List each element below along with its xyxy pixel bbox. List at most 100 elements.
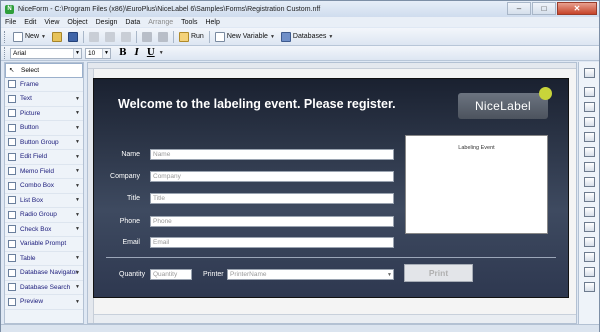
tool-preview[interactable]: Preview ▼ — [5, 295, 83, 310]
chevron-down-icon[interactable]: ▼ — [75, 212, 80, 218]
close-button[interactable]: ✕ — [557, 2, 597, 15]
align-bottom-icon[interactable] — [584, 147, 595, 157]
chevron-down-icon[interactable]: ▼ — [75, 226, 80, 232]
bring-to-front-icon[interactable] — [584, 222, 595, 232]
name-input[interactable]: Name — [150, 149, 394, 160]
chevron-down-icon[interactable]: ▼ — [159, 50, 164, 56]
chevron-down-icon[interactable]: ▼ — [75, 139, 80, 145]
chevron-down-icon[interactable]: ▼ — [41, 34, 46, 40]
tool-frame[interactable]: Frame — [5, 78, 83, 92]
redo-button[interactable] — [155, 30, 171, 44]
title-bar[interactable]: N NiceForm - C:\Program Files (x86)\Euro… — [1, 1, 599, 17]
chevron-down-icon[interactable]: ▼ — [75, 183, 80, 189]
ungroup-icon[interactable] — [584, 267, 595, 277]
copy-button[interactable] — [102, 30, 118, 44]
run-button[interactable]: Run — [176, 30, 207, 44]
tool-table[interactable]: Table ▼ — [5, 252, 83, 266]
chevron-down-icon[interactable]: ▼ — [387, 271, 392, 280]
menu-object[interactable]: Object — [63, 19, 91, 26]
chevron-down-icon[interactable]: ▼ — [270, 34, 275, 40]
tool-database-search[interactable]: Database Search ▼ — [5, 281, 83, 295]
align-right-icon[interactable] — [584, 102, 595, 112]
menu-design[interactable]: Design — [92, 19, 122, 26]
bold-button[interactable]: B — [115, 48, 131, 58]
align-top-icon[interactable] — [584, 117, 595, 127]
same-height-icon[interactable] — [584, 177, 595, 187]
tool-radio-group[interactable]: Radio Group ▼ — [5, 208, 83, 223]
menu-edit[interactable]: Edit — [20, 19, 40, 26]
form-welcome-text[interactable]: Welcome to the labeling event. Please re… — [118, 97, 396, 111]
nicelabel-logo[interactable]: NiceLabel — [458, 87, 552, 119]
tool-variable-prompt[interactable]: Variable Prompt — [5, 237, 83, 252]
horizontal-scrollbar[interactable] — [94, 314, 576, 323]
align-middle-icon[interactable] — [584, 132, 595, 142]
chevron-down-icon[interactable]: ▼ — [75, 125, 80, 131]
distribute-horizontal-icon[interactable] — [584, 192, 595, 202]
chevron-down-icon[interactable]: ▼ — [75, 110, 80, 116]
tool-edit-field[interactable]: Edit Field ▼ — [5, 150, 83, 165]
send-to-back-icon[interactable] — [584, 237, 595, 247]
paste-button[interactable] — [118, 30, 134, 44]
minimize-button[interactable]: – — [507, 2, 531, 15]
chevron-down-icon[interactable]: ▼ — [75, 197, 80, 203]
same-width-icon[interactable] — [584, 162, 595, 172]
undo-button[interactable] — [139, 30, 155, 44]
chevron-down-icon[interactable]: ▼ — [328, 34, 333, 40]
chevron-down-icon[interactable]: ▼ — [102, 48, 110, 58]
tool-text[interactable]: Text ▼ — [5, 92, 83, 107]
arrange-icon[interactable] — [584, 282, 595, 292]
tool-database-navigator[interactable]: Database Navigator ▼ — [5, 266, 83, 281]
maximize-button[interactable]: □ — [532, 2, 556, 15]
printer-select[interactable]: PrinterName ▼ — [227, 269, 394, 280]
tool-combo-box[interactable]: Combo Box ▼ — [5, 179, 83, 194]
chevron-down-icon[interactable]: ▼ — [75, 299, 80, 305]
design-canvas[interactable]: Welcome to the labeling event. Please re… — [87, 62, 577, 324]
print-button[interactable]: Print — [404, 264, 473, 282]
databases-button[interactable]: Databases ▼ — [278, 30, 336, 44]
chevron-down-icon[interactable]: ▼ — [75, 154, 80, 160]
menu-file[interactable]: File — [1, 19, 20, 26]
menu-tools[interactable]: Tools — [177, 19, 201, 26]
font-select[interactable]: Arial ▼ — [10, 47, 82, 59]
chevron-down-icon[interactable]: ▼ — [73, 48, 81, 58]
tool-button[interactable]: Button ▼ — [5, 121, 83, 136]
chevron-down-icon[interactable]: ▼ — [75, 284, 80, 290]
open-button[interactable] — [49, 30, 65, 44]
chevron-down-icon[interactable]: ▼ — [75, 168, 80, 174]
group-icon[interactable] — [584, 252, 595, 262]
quantity-input[interactable]: Quantity — [150, 269, 192, 280]
tool-select[interactable]: ↖ Select — [5, 63, 83, 78]
title-label: Title — [127, 195, 140, 202]
registration-form[interactable]: Welcome to the labeling event. Please re… — [93, 78, 569, 298]
menu-data[interactable]: Data — [121, 19, 144, 26]
tool-picture[interactable]: Picture ▼ — [5, 107, 83, 121]
chevron-down-icon[interactable]: ▼ — [75, 270, 80, 276]
phone-input[interactable]: Phone — [150, 216, 394, 227]
toolbar-grip[interactable] — [4, 30, 7, 43]
tool-memo-field[interactable]: Memo Field ▼ — [5, 165, 83, 179]
align-center-icon[interactable] — [584, 87, 595, 97]
chevron-down-icon[interactable]: ▼ — [75, 96, 80, 102]
menu-help[interactable]: Help — [201, 19, 223, 26]
email-input[interactable]: Email — [150, 237, 394, 248]
align-left-icon[interactable] — [584, 68, 595, 78]
distribute-vertical-icon[interactable] — [584, 207, 595, 217]
new-button[interactable]: New ▼ — [10, 30, 49, 44]
ruler-horizontal — [88, 63, 576, 69]
save-button[interactable] — [65, 30, 81, 44]
font-size-select[interactable]: 10 ▼ — [85, 47, 111, 59]
title-input[interactable]: Title — [150, 193, 394, 204]
menu-view[interactable]: View — [40, 19, 63, 26]
cut-button[interactable] — [86, 30, 102, 44]
italic-button[interactable]: I — [131, 48, 143, 58]
menu-arrange[interactable]: Arrange — [144, 19, 177, 26]
company-input[interactable]: Company — [150, 171, 394, 182]
tool-button-group[interactable]: Button Group ▼ — [5, 136, 83, 150]
label-preview[interactable]: Labeling Event — [405, 135, 548, 234]
chevron-down-icon[interactable]: ▼ — [75, 255, 80, 261]
tool-list-box[interactable]: List Box ▼ — [5, 194, 83, 208]
toolbar-grip[interactable] — [4, 47, 7, 59]
tool-check-box[interactable]: Check Box ▼ — [5, 223, 83, 237]
underline-button[interactable]: U — [143, 48, 159, 58]
new-variable-button[interactable]: New Variable ▼ — [212, 30, 278, 44]
